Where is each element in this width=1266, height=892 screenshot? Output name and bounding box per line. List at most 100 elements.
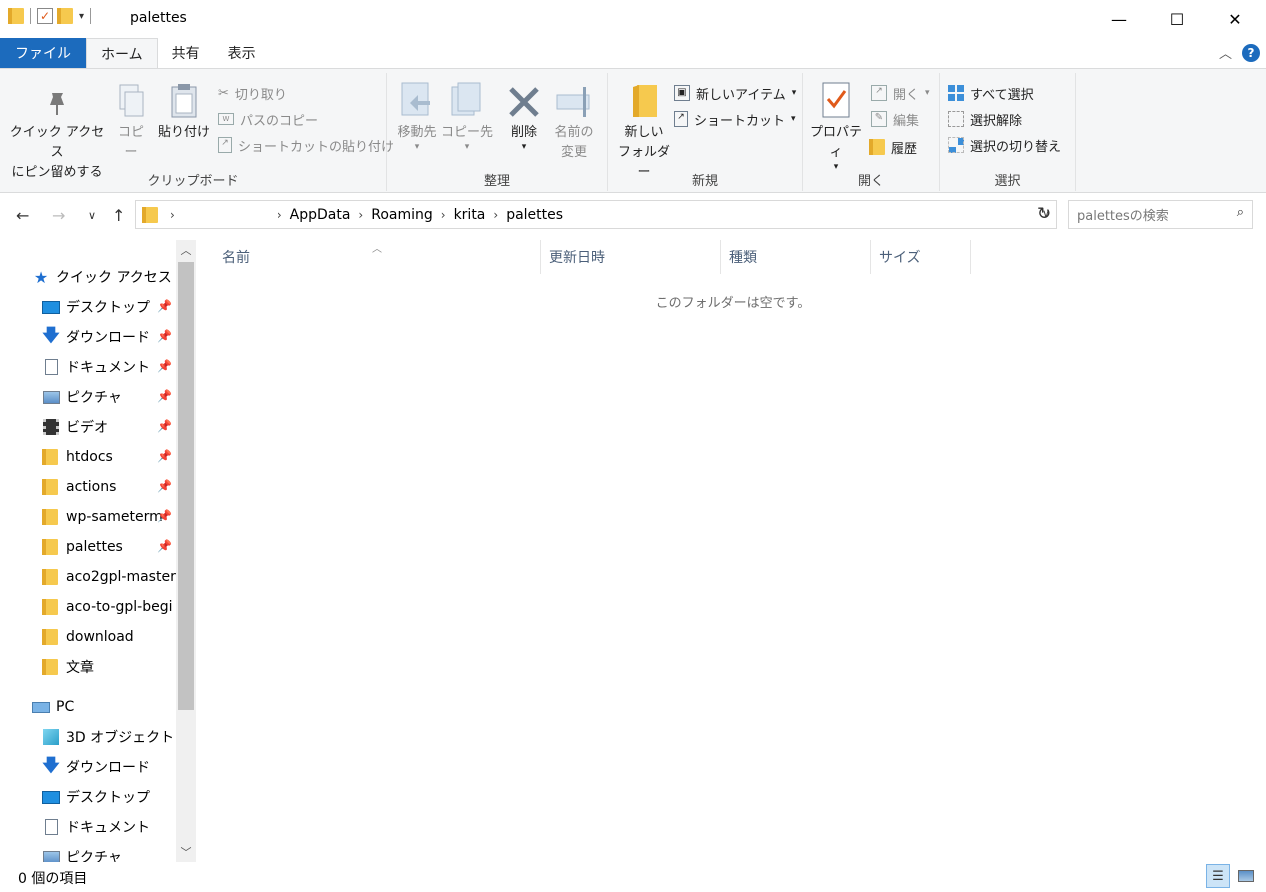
nav-pc-item[interactable]: ピクチャ [42,842,176,862]
organize-group: 移動先 ▾ コピー先 ▾ 削除 ▾ 名前の 変更 整理 [387,73,608,191]
pin-icon[interactable]: 📌 [157,329,172,343]
column-header-date-modified[interactable]: 更新日時 [541,240,721,274]
nav-pc-item[interactable]: ドキュメント [42,812,176,842]
new-folder-button[interactable]: 新しい フォルダー [612,79,676,183]
chevron-right-icon[interactable]: › [493,208,498,222]
refresh-icon[interactable]: ↻ [1037,204,1051,224]
chevron-right-icon[interactable]: › [358,208,363,222]
history-icon [869,139,885,155]
search-input[interactable]: palettesの検索 ⌕ [1068,200,1253,229]
paste-shortcut-button[interactable]: ↗ ショートカットの貼り付け [218,133,394,157]
properties-button[interactable]: プロパティ ▾ [807,79,865,172]
breadcrumb-appdata[interactable]: AppData [290,207,351,223]
nav-quick-item[interactable]: デスクトップ 📌 [42,292,176,322]
close-button[interactable]: ✕ [1206,0,1264,38]
pin-icon[interactable]: 📌 [157,359,172,373]
nav-quick-item[interactable]: 🡇 ダウンロード 📌 [42,322,176,352]
details-view-button[interactable]: ☰ [1206,864,1230,888]
nav-pc-item[interactable]: 3D オブジェクト [42,722,176,752]
tab-home[interactable]: ホーム [86,38,158,68]
tab-view[interactable]: 表示 [214,38,270,68]
folder-icon [42,538,60,556]
copy-path-button[interactable]: W パスのコピー [218,107,318,131]
rename-button[interactable]: 名前の 変更 [549,79,599,163]
pin-icon[interactable]: 📌 [157,539,172,553]
copy-to-button[interactable]: コピー先 ▾ [441,79,493,152]
nav-quick-item[interactable]: ビデオ 📌 [42,412,176,442]
nav-quick-item[interactable]: download [42,622,176,652]
nav-quick-item[interactable]: 文章 [42,652,176,682]
nav-quick-item[interactable]: ピクチャ 📌 [42,382,176,412]
select-all-label: すべて選択 [970,87,1034,103]
folder-icon [42,478,60,496]
copy-button[interactable]: コピー [112,79,150,163]
maximize-button[interactable]: ☐ [1148,0,1206,38]
forward-arrow-icon[interactable]: → [52,206,65,225]
nav-pc-item[interactable]: デスクトップ [42,782,176,812]
nav-pc-item[interactable]: 🡇 ダウンロード [42,752,176,782]
new-item-button[interactable]: ▣ 新しいアイテム ▾ [674,81,796,105]
scroll-down-icon[interactable]: ﹀ [176,842,196,862]
nav-pc[interactable]: PC [32,692,196,722]
pin-icon[interactable]: 📌 [157,389,172,403]
recent-locations-chevron-icon[interactable]: ∨ [88,209,96,222]
pin-icon[interactable]: 📌 [157,299,172,313]
desktop-icon [42,298,60,316]
properties-icon[interactable]: ✓ [37,8,53,24]
minimize-button[interactable]: — [1090,0,1148,38]
select-all-button[interactable]: すべて選択 [948,81,1034,105]
select-none-button[interactable]: 選択解除 [948,107,1022,131]
scroll-thumb[interactable] [178,262,194,710]
nav-quick-item[interactable]: aco-to-gpl-begi [42,592,176,622]
pin-quick-access-button[interactable]: クイック アクセス にピン留めする [6,79,108,183]
folder-icon [42,598,60,616]
new-folder-icon[interactable] [57,8,73,24]
pin-icon[interactable]: 📌 [157,449,172,463]
history-button[interactable]: 履歴 [869,135,917,159]
nav-quick-item[interactable]: htdocs 📌 [42,442,176,472]
nav-quick-item[interactable]: wp-sameterm 📌 [42,502,176,532]
cut-button[interactable]: ✂ 切り取り [218,81,287,105]
breadcrumb-roaming[interactable]: Roaming [371,207,433,223]
paste-button[interactable]: 貼り付け [156,79,212,143]
tab-share[interactable]: 共有 [158,38,214,68]
copy-path-icon: W [218,113,234,125]
back-arrow-icon[interactable]: ← [16,206,29,225]
pin-icon[interactable]: 📌 [157,419,172,433]
column-header-size[interactable]: サイズ [871,240,971,274]
move-to-button[interactable]: 移動先 ▾ [391,79,443,152]
open-button[interactable]: ↗ 開く ▾ [871,81,930,105]
qat-dropdown-icon[interactable]: ▾ [79,11,84,22]
nav-quick-item[interactable]: palettes 📌 [42,532,176,562]
tab-file[interactable]: ファイル [0,38,86,68]
help-icon[interactable]: ? [1242,44,1260,62]
breadcrumb-root-chevron-icon[interactable]: › [170,208,175,222]
nav-quick-item[interactable]: actions 📌 [42,472,176,502]
search-icon[interactable]: ⌕ [1237,205,1244,220]
nav-quick-item[interactable]: ドキュメント 📌 [42,352,176,382]
chevron-right-icon[interactable]: › [441,208,446,222]
breadcrumb-palettes[interactable]: palettes [506,207,563,223]
address-bar[interactable]: › › AppData › Roaming › krita › palettes… [135,200,1057,229]
pin-icon[interactable]: 📌 [157,509,172,523]
large-icons-view-button[interactable] [1234,864,1258,888]
nav-item-label: 3D オブジェクト [66,730,175,746]
collapse-ribbon-icon[interactable]: ︿ [1219,43,1232,62]
pin-icon[interactable]: 📌 [157,479,172,493]
column-header-name[interactable]: 名前 [214,240,541,274]
shortcut-button[interactable]: ↗ ショートカット ▾ [674,107,796,131]
nav-pane-scrollbar[interactable]: ︿ ﹀ [176,240,196,862]
new-folder-icon [612,79,676,119]
scroll-up-icon[interactable]: ︿ [176,240,196,260]
edit-button[interactable]: ✎ 編集 [871,107,919,131]
nav-quick-item[interactable]: aco2gpl-master [42,562,176,592]
clipboard-group-label: クリップボード [147,174,239,189]
breadcrumb-krita[interactable]: krita [454,207,486,223]
up-arrow-icon[interactable]: ↑ [112,206,125,225]
delete-button[interactable]: 削除 ▾ [501,79,547,152]
nav-item-label: ピクチャ [66,850,122,862]
nav-quick-access[interactable]: ★ クイック アクセス [32,262,196,292]
column-header-type[interactable]: 種類 [721,240,871,274]
chevron-right-icon[interactable]: › [277,208,282,222]
invert-selection-button[interactable]: 選択の切り替え [948,133,1061,157]
